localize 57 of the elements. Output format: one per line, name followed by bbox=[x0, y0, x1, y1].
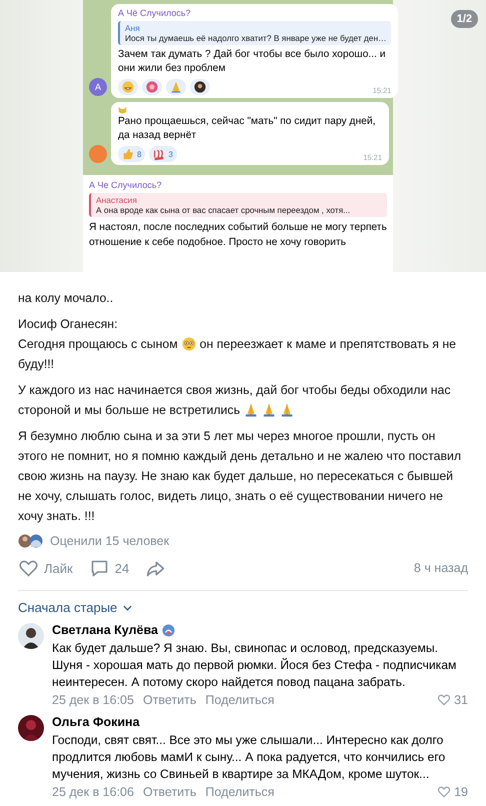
praying-hands-icon bbox=[280, 403, 294, 417]
post-text: У каждого из нас начинается своя жизнь, дай бог чтобы беды обходили нас bbox=[18, 382, 451, 399]
praying-hands-icon bbox=[262, 403, 276, 417]
comment-text: Как будет дальше? Я знаю. Вы, свинопас и ословод, предсказуемы. Шуня - хорошая мать до первой рюмки. Йося без Стефа - подписчикам неинтересен. А потому скоро найдется повод пацана забрать. bbox=[52, 640, 458, 691]
post-text: он переезжает к маме и препятствовать я не bbox=[200, 336, 456, 353]
reply-link[interactable]: Ответить bbox=[142, 785, 196, 799]
sort-dropdown[interactable]: Сначала старые bbox=[18, 600, 132, 615]
sender-name: А Чё Случилось? bbox=[118, 8, 192, 18]
sticker-icon bbox=[146, 81, 158, 93]
flushed-emoji-icon bbox=[182, 337, 196, 351]
post-text: Иосиф Оганесян: bbox=[18, 316, 118, 333]
quote-text: А она вроде как сына от вас спасает срочным переездом , хотя... bbox=[96, 205, 352, 215]
chevron-down-icon bbox=[123, 604, 132, 610]
comment-like-button[interactable]: 31 bbox=[437, 693, 468, 707]
comment-icon bbox=[88, 558, 110, 578]
heart-icon bbox=[437, 693, 452, 707]
profile-badge-icon bbox=[162, 624, 175, 636]
share-link[interactable]: Поделиться bbox=[205, 785, 274, 799]
post-text: Я безумно люблю сына и за эти 5 лет мы через многое прошли, пусть он этого не помнит, но я помню каждый день детально и не жалею что поставил свою жизнь на паузу. Не знаю как будет дальше, но пересекаться с бывшей не хочу, слышать голос, видеть лицо, знать о её существовании ничего не хочу знать. !!! bbox=[18, 428, 462, 525]
comment-like-button[interactable]: 19 bbox=[437, 785, 468, 799]
reaction-chip[interactable]: 3 bbox=[149, 146, 177, 162]
praying-hands-icon bbox=[170, 81, 182, 93]
message-text: Я настоял, после последних событий больше не могу терпеть отношение к себе подобное. Просто не хочу говорить bbox=[89, 221, 387, 250]
heart-icon bbox=[437, 785, 452, 799]
post-text: на колу мочало.. bbox=[18, 290, 114, 307]
smiley-icon bbox=[122, 81, 134, 93]
post-text: стороной и мы больше не встретились bbox=[18, 402, 240, 419]
thumbs-up-icon bbox=[122, 148, 134, 160]
avatar bbox=[89, 145, 107, 163]
post-time: 8 ч назад bbox=[414, 561, 468, 575]
post-text: буду!!! bbox=[18, 356, 54, 373]
quote-author: Аня bbox=[125, 23, 141, 33]
reaction-chip[interactable] bbox=[190, 79, 210, 95]
post-text: Сегодня прощаюсь с сыном bbox=[18, 336, 178, 353]
hundred-icon bbox=[153, 148, 166, 160]
quote-text: Иося ты думаешь её надолго хватит? В январе уже не будет ден… bbox=[125, 33, 386, 43]
image-counter: 1/2 bbox=[450, 10, 478, 28]
comment-date: 25 дек в 16:06 bbox=[52, 785, 134, 799]
comment-date: 25 дек в 16:05 bbox=[52, 693, 134, 707]
heart-icon bbox=[18, 558, 39, 578]
praying-hands-icon bbox=[244, 403, 258, 417]
commenter-name[interactable]: Ольга Фокина bbox=[52, 715, 140, 729]
comments-button[interactable]: 24 bbox=[88, 558, 130, 578]
rated-count[interactable]: Оценили 15 человек bbox=[50, 534, 170, 548]
message-text: Зачем так думать ? Дай бог чтобы все было хорошо... и они жили без проблем bbox=[118, 48, 386, 76]
avatar: А bbox=[89, 78, 107, 96]
message-text: Рано прощаешься, сейчас "мать" по сидит пару дней, да назад вернёт bbox=[118, 115, 376, 143]
comment-text: Господи, свят свят... Все это мы уже слышали... Интересно как долго продлится любовь мамИ к сыну... А пока радуется, что кончились его мучения, жизнь со Свиньей в квартире за МКАДом, кроме шуток... bbox=[52, 732, 446, 783]
like-button[interactable]: Лайк bbox=[18, 558, 73, 578]
avatar-icon bbox=[194, 81, 206, 93]
commenter-name[interactable]: Светлана Кулёва bbox=[52, 623, 158, 637]
reaction-chip[interactable]: 8 bbox=[118, 146, 146, 162]
cat-emoji-icon bbox=[118, 106, 127, 115]
share-link[interactable]: Поделиться bbox=[205, 693, 274, 707]
quote-author: Анастасия bbox=[96, 195, 138, 205]
sender-name: А Че Случилось? bbox=[89, 180, 163, 190]
reply-link[interactable]: Ответить bbox=[142, 693, 196, 707]
